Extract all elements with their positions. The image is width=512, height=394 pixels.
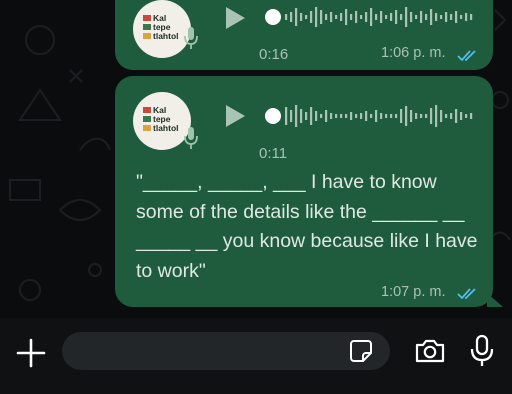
read-receipt-icon [457,50,476,62]
audio-waveform[interactable] [265,2,477,32]
plus-icon[interactable] [14,336,48,370]
play-icon[interactable] [223,104,247,128]
flag-icon [143,107,151,113]
microphone-badge-icon [184,27,198,49]
chat-screen: Kal tepe tlahtol 0:16 1:06 p. m. Kal tep… [0,0,512,394]
bubble-tail [487,293,503,307]
voice-message-bubble[interactable]: Kal tepe tlahtol [115,76,503,307]
flag-icon [143,24,151,30]
voice-message-bubble[interactable]: Kal tepe tlahtol [115,0,493,70]
avatar-caption: Kal tepe tlahtol [153,105,179,133]
playhead-dot [265,108,281,124]
audio-waveform[interactable] [265,101,477,131]
avatar-caption: Kal tepe tlahtol [153,13,179,41]
voice-duration: 0:16 [259,46,289,63]
message-input[interactable] [62,332,390,370]
sticker-icon[interactable] [348,338,374,364]
message-time: 1:06 p. m. [381,45,446,61]
camera-icon[interactable] [414,337,446,365]
message-time: 1:07 p. m. [381,284,446,300]
read-receipt-icon [457,288,476,300]
flag-icon [143,125,151,131]
microphone-icon[interactable] [470,334,494,368]
voice-duration: 0:11 [259,145,288,162]
flag-icon [143,15,151,21]
microphone-badge-icon [184,127,198,149]
message-composer-bar [0,318,512,394]
play-icon[interactable] [223,6,247,30]
playhead-dot [265,9,281,25]
voice-transcript: "_____, _____, ___ I have to know some o… [136,171,478,282]
flag-icon [143,33,151,39]
flag-icon [143,116,151,122]
